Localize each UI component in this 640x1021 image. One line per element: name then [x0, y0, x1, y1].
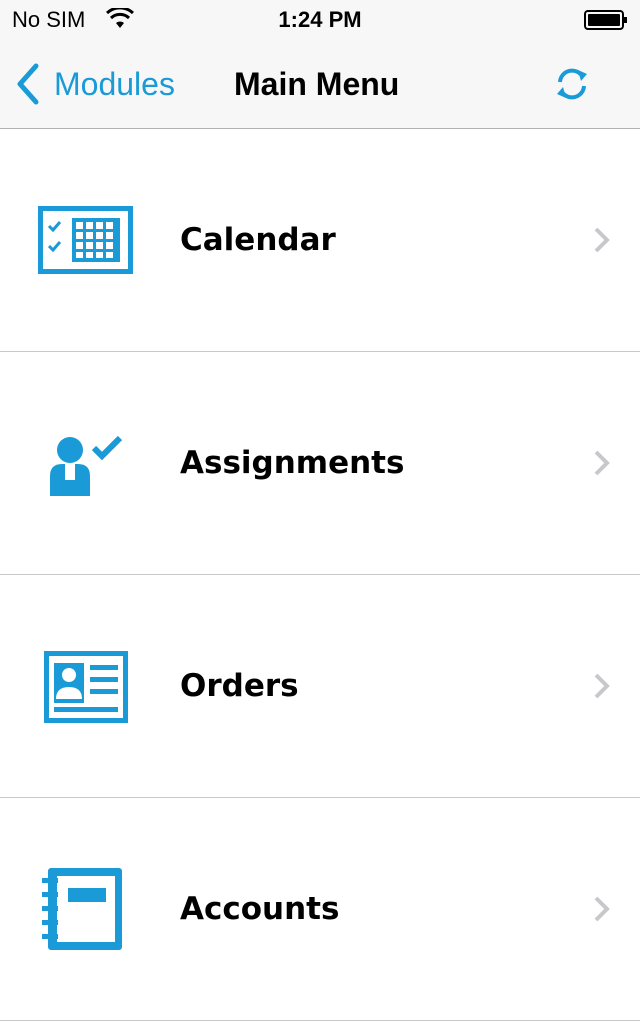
person-check-icon — [50, 435, 123, 496]
menu-item-orders[interactable]: Orders — [0, 575, 640, 798]
menu-item-label: Calendar — [180, 222, 336, 258]
menu-item-label: Accounts — [180, 891, 340, 927]
menu-item-label: Assignments — [180, 445, 405, 481]
main-menu-list: Calendar Assignments Orders Accounts — [0, 129, 640, 1021]
chevron-right-icon — [594, 450, 610, 476]
page-title: Main Menu — [234, 66, 400, 102]
menu-item-accounts[interactable]: Accounts — [0, 798, 640, 1021]
battery-icon — [584, 10, 627, 30]
chevron-right-icon — [594, 896, 610, 922]
calendar-icon — [38, 206, 133, 274]
address-book-icon — [42, 868, 122, 950]
menu-item-calendar[interactable]: Calendar — [0, 129, 640, 352]
back-button-label: Modules — [54, 65, 175, 102]
chevron-left-icon — [17, 63, 39, 105]
chevron-right-icon — [594, 673, 610, 699]
status-bar: No SIM 1:24 PM — [0, 0, 640, 40]
menu-item-label: Orders — [180, 668, 299, 704]
back-button[interactable]: Modules — [14, 62, 175, 106]
chevron-right-icon — [594, 227, 610, 253]
navigation-bar: Modules Main Menu — [0, 40, 640, 129]
status-time: 1:24 PM — [278, 7, 362, 32]
refresh-icon[interactable] — [552, 64, 592, 104]
menu-item-assignments[interactable]: Assignments — [0, 352, 640, 575]
id-card-icon — [44, 651, 128, 723]
